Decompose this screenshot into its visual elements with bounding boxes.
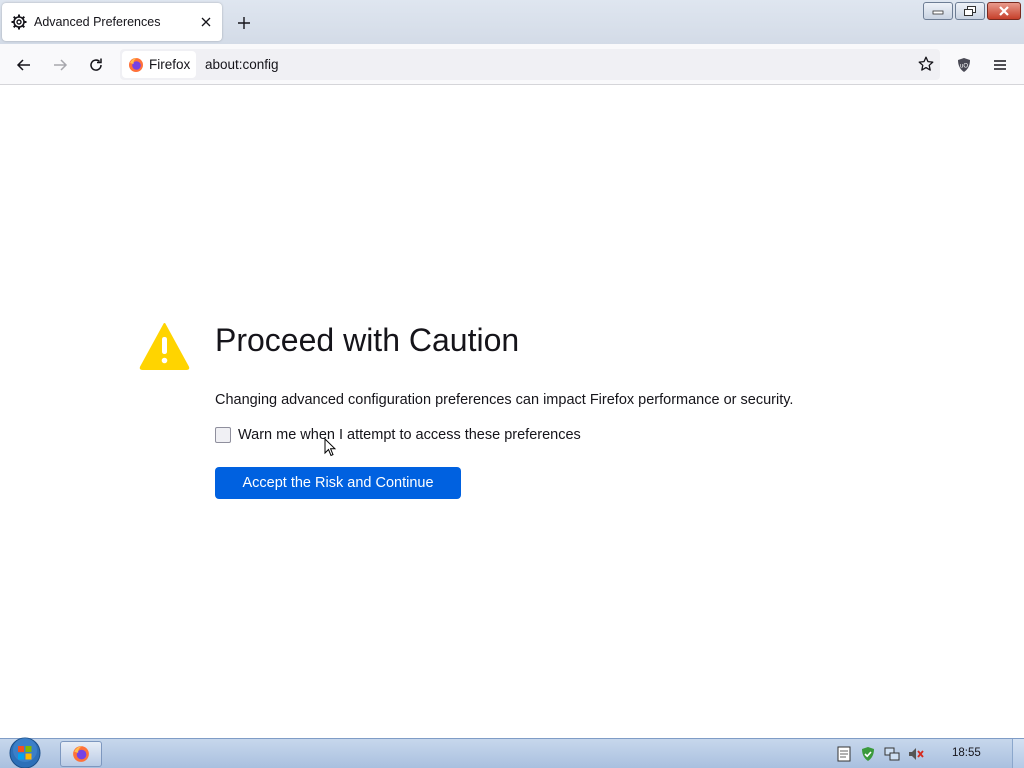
- volume-muted-icon[interactable]: [908, 746, 924, 762]
- taskbar: 18:55: [0, 736, 1024, 768]
- ublock-shield-icon: uO: [958, 58, 970, 72]
- url-input[interactable]: about:config: [205, 57, 279, 72]
- identity-label: Firefox: [149, 57, 191, 72]
- identity-box[interactable]: Firefox: [122, 51, 196, 78]
- url-bar[interactable]: Firefox about:config: [120, 49, 940, 80]
- tab-advanced-preferences[interactable]: Advanced Preferences: [2, 3, 222, 41]
- warning-icon: [139, 323, 190, 370]
- forward-button[interactable]: [49, 54, 71, 76]
- accept-risk-button[interactable]: Accept the Risk and Continue: [215, 467, 461, 499]
- minimize-icon: [932, 10, 944, 15]
- system-tray: [836, 739, 924, 768]
- window-controls: [923, 2, 1021, 20]
- restore-icon: [964, 6, 976, 16]
- close-icon: [999, 6, 1009, 16]
- minimize-button[interactable]: [923, 2, 953, 20]
- warning-description: Changing advanced configuration preferen…: [215, 392, 794, 408]
- network-icon[interactable]: [884, 746, 900, 762]
- close-window-button[interactable]: [987, 2, 1021, 20]
- taskbar-clock[interactable]: 18:55: [952, 747, 981, 759]
- reload-icon: [90, 58, 102, 71]
- page-title: Proceed with Caution: [215, 322, 520, 358]
- show-desktop-button[interactable]: [1012, 739, 1024, 768]
- notepad-icon[interactable]: [836, 746, 852, 762]
- gear-icon: [11, 14, 27, 30]
- tab-title: Advanced Preferences: [34, 15, 161, 29]
- menu-button[interactable]: [989, 54, 1011, 76]
- reload-button[interactable]: [85, 54, 107, 76]
- ublock-button[interactable]: uO: [953, 54, 975, 76]
- new-tab-button[interactable]: [234, 13, 254, 33]
- taskbar-firefox-button[interactable]: [60, 741, 102, 767]
- windows-start-icon: [9, 737, 41, 768]
- firefox-icon: [73, 746, 89, 762]
- navigation-bar: Firefox about:config uO: [0, 44, 1024, 85]
- warn-checkbox-row[interactable]: Warn me when I attempt to access these p…: [215, 427, 581, 443]
- bookmark-star-icon: [918, 56, 934, 71]
- close-icon: [201, 17, 211, 27]
- title-bar: Advanced Preferences: [0, 0, 1024, 44]
- tab-close-button[interactable]: [198, 14, 214, 30]
- forward-icon: [54, 59, 68, 71]
- security-icon[interactable]: [860, 746, 876, 762]
- start-button[interactable]: [6, 736, 44, 768]
- mouse-cursor-icon: [324, 438, 336, 457]
- plus-icon: [238, 17, 250, 29]
- back-icon: [16, 59, 30, 71]
- back-button[interactable]: [13, 54, 35, 76]
- svg-text:uO: uO: [960, 64, 968, 70]
- warn-checkbox[interactable]: [215, 427, 231, 443]
- restore-button[interactable]: [955, 2, 985, 20]
- hamburger-menu-icon: [994, 60, 1006, 70]
- bookmark-button[interactable]: [916, 54, 936, 74]
- firefox-icon: [129, 57, 143, 72]
- warn-checkbox-label[interactable]: Warn me when I attempt to access these p…: [238, 427, 581, 443]
